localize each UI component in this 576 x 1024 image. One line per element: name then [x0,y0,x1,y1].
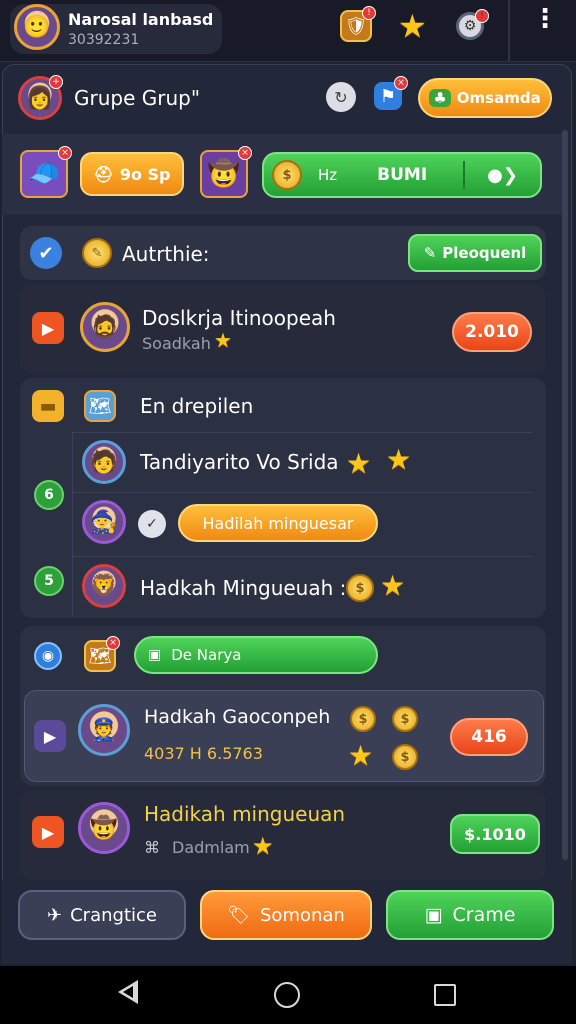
sp-chip[interactable]: ⛑ 9o Sp [80,152,184,196]
more-menu-icon[interactable]: ⋮ [532,6,558,32]
header-divider [508,0,510,62]
map-icon: 🗺 [84,390,116,422]
badge-icon: ✔ [30,237,62,269]
section1-button[interactable]: ✎ Pleoquenl [408,234,542,272]
nav-home-icon[interactable] [274,982,300,1008]
section1-coin-icon: ✎ [82,238,112,268]
section2-row3-coin: $ [346,574,374,602]
player-id: 30392231 [68,32,140,48]
section3-coin-2: $ [392,706,418,732]
section2-row3-avatar[interactable]: 🦁 [82,564,126,608]
section2-row2-avatar[interactable]: 🧙 [82,500,126,544]
globe-icon: ◉ [34,642,62,670]
item1-star-icon: ★ [214,328,232,352]
item2-tag-icon: ⌘ [144,838,160,857]
section3-button[interactable]: ▣ De Narya [134,636,378,674]
refresh-icon[interactable]: ↻ [326,82,356,112]
nav-back-inner [123,986,133,998]
side-badge-2[interactable]: 5 [34,566,64,596]
check-icon[interactable]: ✓ [138,510,166,538]
footer-left-button[interactable]: ✈ Crangtice [18,890,186,940]
section1-label: Autrthie: [122,242,210,266]
section3-coin-1: $ [350,706,376,732]
shield-badge-icon[interactable]: 🛡! [340,6,376,42]
clover-icon: ♣ [429,89,451,107]
group-action-label: Omsamda [456,89,541,107]
item2-play-button[interactable]: ▶ [32,816,64,848]
group-action-button[interactable]: ♣ Omsamda [418,78,552,118]
sp-chip-label: 9o Sp [119,164,171,184]
toggle-arrow-icon[interactable]: ●❯ [487,165,518,186]
section3-item-stats: 4037 H 6.5763 [144,744,263,763]
folder-icon: ▬ [32,390,64,422]
section3-item-value[interactable]: 416 [450,718,528,756]
player-avatar[interactable]: 🙂 [14,4,60,50]
item1-play-button[interactable]: ▶ [32,312,64,344]
coin-stack-icon: $ [272,160,302,190]
card-icon: ▣ [424,904,443,926]
section3-coin-3: $ [392,744,418,770]
footer-right-button[interactable]: ▣ Crame [386,890,554,940]
star-icon[interactable]: ★ [398,10,427,42]
resource-bar-left: Hz [318,166,338,184]
footer-left-label: Crangtice [70,904,157,926]
section3-button-label: De Narya [171,646,242,664]
map-pin-icon: ✈ [47,904,63,926]
section2-vertical-line [72,432,73,616]
bar-divider [463,161,466,189]
section3-item-play[interactable]: ▶ [34,720,66,752]
section3-star: ★ [348,739,374,772]
footer-mid-button[interactable]: 🏷 Somonan [200,890,372,940]
section2-row1-star-2: ★ [386,443,412,476]
section2-row1-title: Tandiyarito Vo Srida [140,450,339,474]
section2-divider-2 [72,556,532,557]
nav-recents-icon[interactable] [434,984,456,1006]
settings-icon[interactable]: ⚙! [456,9,489,40]
section1-button-label: Pleoquenl [442,244,527,262]
item2-title: Hadikah mingueuan [144,802,346,826]
helmet-icon: ⛑ [93,164,114,184]
item2-value[interactable]: $.1010 [450,814,540,854]
tag-icon: 🏷 [227,904,250,926]
item1-value-button[interactable]: 2.010 [452,312,532,352]
section2-row1-avatar[interactable]: 🧑 [82,440,126,484]
item1-subtitle: Soadkah [142,334,211,353]
chat-icon: ▣ [148,647,162,663]
item1-avatar[interactable]: 🧔 [80,302,130,352]
flag-icon[interactable]: ⚑ × [374,76,408,110]
group-title: Grupe Grup" [74,86,201,110]
player-name: Narosal lanbasd [68,10,214,29]
section3-item-avatar[interactable]: 👮 [78,704,130,756]
group-avatar[interactable]: 👩 + [18,75,63,120]
section3-item-title: Hadkah Gaoconpeh [144,706,331,728]
character-tile-1[interactable]: 🧢 × [20,146,72,198]
item2-avatar[interactable]: 🤠 [78,802,130,854]
section2-row3-title: Hadkah Mingueuah : [140,576,347,600]
resource-bar[interactable]: $ Hz BUMI ●❯ [262,152,542,198]
item2-star: ★ [252,832,274,860]
section2-label: En drepilen [140,394,254,418]
pencil-icon: ✎ [423,244,437,262]
resource-bar-mid: BUMI [377,165,428,185]
section2-row2-button[interactable]: Hadilah minguesar [178,504,378,542]
side-badge-1[interactable]: 6 [34,480,64,510]
section2-row3-star: ★ [380,569,406,602]
section2-divider-top [72,432,532,433]
scrollbar[interactable] [562,130,568,860]
section2-divider-1 [72,492,532,493]
footer-mid-label: Somonan [260,904,345,926]
item1-title: Doslkrja Itinoopeah [142,306,336,330]
section2-row1-star-1: ★ [346,447,372,480]
footer-right-label: Crame [452,904,516,926]
character-tile-2[interactable]: 🤠 × [200,146,252,198]
section3-map-icon: 🗺 × [84,636,120,672]
item2-subtitle: Dadmlam [172,838,250,857]
